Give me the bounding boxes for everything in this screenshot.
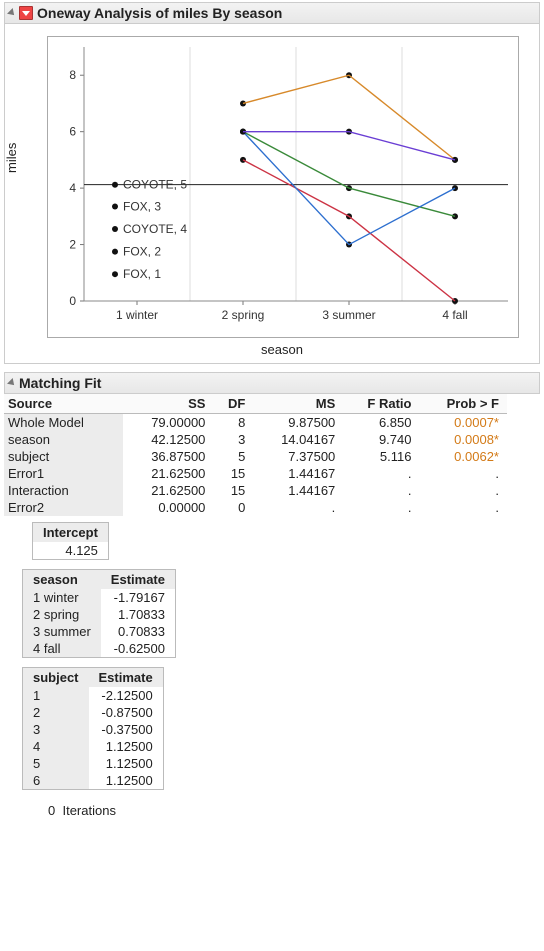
table-row: 2 spring1.70833 bbox=[23, 606, 175, 623]
table-row: 4 fall-0.62500 bbox=[23, 640, 175, 657]
svg-text:8: 8 bbox=[69, 68, 76, 82]
table-row: 1-2.12500 bbox=[23, 687, 163, 704]
table-row: 51.12500 bbox=[23, 755, 163, 772]
anova-header-row: SourceSSDFMSF RatioProb > F bbox=[4, 394, 507, 414]
svg-text:4 fall: 4 fall bbox=[442, 308, 467, 322]
svg-text:FOX, 3: FOX, 3 bbox=[123, 199, 161, 213]
anova-col-header: Prob > F bbox=[419, 394, 507, 414]
table-row: 3 summer0.70833 bbox=[23, 623, 175, 640]
svg-text:2 spring: 2 spring bbox=[222, 308, 265, 322]
intercept-value: 4.125 bbox=[33, 542, 108, 559]
subject-estimates-box: subjectEstimate1-2.125002-0.875003-0.375… bbox=[22, 667, 164, 790]
table-row: 41.12500 bbox=[23, 738, 163, 755]
anova-table: SourceSSDFMSF RatioProb > F Whole Model7… bbox=[4, 394, 507, 516]
svg-text:FOX, 1: FOX, 1 bbox=[123, 267, 161, 281]
svg-text:COYOTE, 4: COYOTE, 4 bbox=[123, 222, 187, 236]
svg-text:4: 4 bbox=[69, 181, 76, 195]
anova-row: subject36.8750057.375005.1160.0062* bbox=[4, 448, 507, 465]
table-row: 2-0.87500 bbox=[23, 704, 163, 721]
anova-row: Error121.62500151.44167.. bbox=[4, 465, 507, 482]
table-row: 3-0.37500 bbox=[23, 721, 163, 738]
season-estimates-table: seasonEstimate1 winter-1.791672 spring1.… bbox=[23, 570, 175, 657]
svg-text:COYOTE, 5: COYOTE, 5 bbox=[123, 178, 187, 192]
anova-col-header: SS bbox=[123, 394, 213, 414]
season-estimates-box: seasonEstimate1 winter-1.791672 spring1.… bbox=[22, 569, 176, 658]
anova-col-header: Source bbox=[4, 394, 123, 414]
y-axis-label: miles bbox=[4, 143, 19, 173]
disclosure-triangle-icon[interactable] bbox=[7, 378, 17, 388]
anova-row: Error20.000000... bbox=[4, 499, 507, 516]
x-axis-label: season bbox=[47, 342, 517, 357]
hotspot-menu-icon[interactable] bbox=[19, 6, 33, 20]
svg-text:0: 0 bbox=[69, 294, 76, 308]
svg-text:6: 6 bbox=[69, 125, 76, 139]
intercept-label: Intercept bbox=[33, 523, 108, 542]
anova-row: season42.12500314.041679.7400.0008* bbox=[4, 431, 507, 448]
iterations-text: 0 Iterations bbox=[48, 803, 540, 818]
table-row: 61.12500 bbox=[23, 772, 163, 789]
svg-text:FOX, 2: FOX, 2 bbox=[123, 245, 161, 259]
anova-row: Interaction21.62500151.44167.. bbox=[4, 482, 507, 499]
matching-fit-header[interactable]: Matching Fit bbox=[4, 372, 540, 394]
chart-svg: 0 2 4 6 8 1 winter 2 spring 3 summer 4 fall COYOT… bbox=[48, 37, 518, 337]
matching-fit-title: Matching Fit bbox=[19, 375, 101, 391]
analysis-header[interactable]: Oneway Analysis of miles By season bbox=[4, 2, 540, 24]
subject-estimates-table: subjectEstimate1-2.125002-0.875003-0.375… bbox=[23, 668, 163, 789]
anova-body: Whole Model79.0000089.875006.8500.0007*s… bbox=[4, 414, 507, 517]
anova-col-header: F Ratio bbox=[343, 394, 419, 414]
anova-col-header: DF bbox=[213, 394, 253, 414]
disclosure-triangle-icon[interactable] bbox=[7, 8, 17, 18]
svg-text:3 summer: 3 summer bbox=[322, 308, 375, 322]
table-row: 1 winter-1.79167 bbox=[23, 589, 175, 606]
chart-plot-area[interactable]: miles 024681 winter2 spring3 summer4 fal… bbox=[47, 36, 519, 338]
svg-text:2: 2 bbox=[69, 238, 76, 252]
intercept-box: Intercept 4.125 bbox=[32, 522, 109, 560]
chart-container: miles 0 2 4 6 8 1 winter 2 spring 3 summer 4 fal… bbox=[4, 24, 540, 364]
analysis-title: Oneway Analysis of miles By season bbox=[37, 5, 282, 21]
svg-text:1 winter: 1 winter bbox=[116, 308, 158, 322]
anova-col-header: MS bbox=[253, 394, 343, 414]
anova-row: Whole Model79.0000089.875006.8500.0007* bbox=[4, 414, 507, 432]
